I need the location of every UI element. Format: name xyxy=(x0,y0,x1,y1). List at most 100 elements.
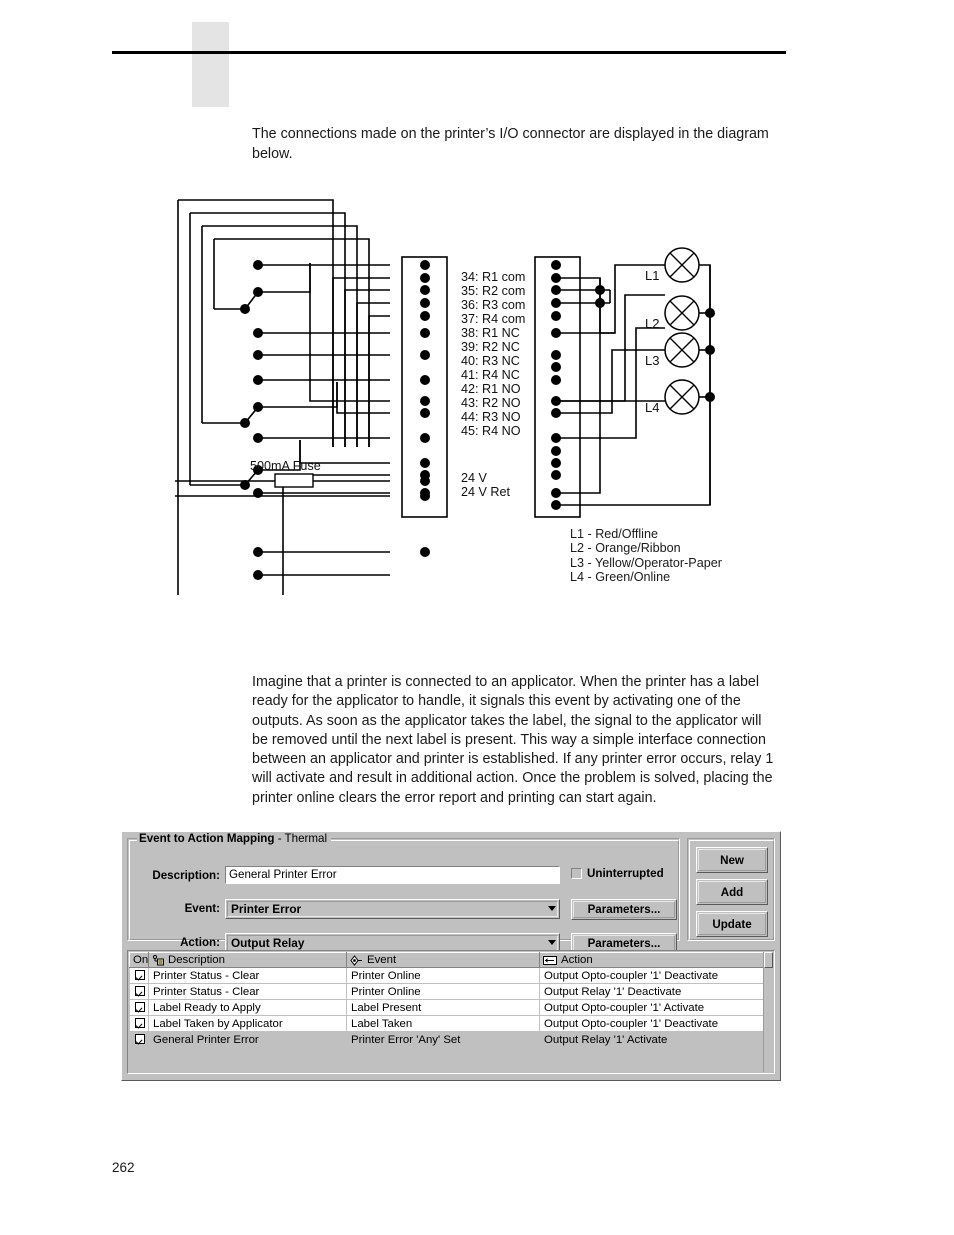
table-row[interactable]: Label Taken by Applicator Label Taken Outp… xyxy=(129,1015,768,1032)
table-row[interactable]: Printer Status - Clear Printer Online Outp… xyxy=(129,983,768,1000)
chevron-down-icon[interactable] xyxy=(548,906,556,911)
io-connector-wiring-diagram: 34: R1 com 35: R2 com 36: R3 com 37: R4 … xyxy=(0,185,954,595)
lamp-color-legend: L1 - Red/Offline L2 - Orange/Ribbon L3 -… xyxy=(570,527,722,584)
row-enabled-checkbox[interactable] xyxy=(129,1015,149,1032)
pin-label-24v-ret: 24 V Ret xyxy=(461,485,511,499)
description-row: Description: General Printer Error Unint… xyxy=(128,866,679,888)
table-body: Printer Status - Clear Printer Online Outp… xyxy=(129,967,768,1048)
event-combobox-value: Printer Error xyxy=(231,902,302,916)
column-header-description[interactable]: Description xyxy=(148,952,347,968)
dialog-form-area: Event to Action Mapping - Thermal Descri… xyxy=(122,832,780,954)
event-combobox[interactable]: Printer Error xyxy=(225,899,560,919)
pin-label-44: 44: R3 NO xyxy=(461,410,521,424)
pin-label-41: 41: R4 NC xyxy=(461,368,520,382)
event-label: Event: xyxy=(184,902,220,915)
lamp-label-l4: L4 xyxy=(645,400,659,415)
row-event: Label Taken xyxy=(346,1015,540,1032)
row-description: Label Ready to Apply xyxy=(148,999,347,1016)
groupbox-title-bold: Event to Action Mapping xyxy=(139,832,275,845)
add-button-label: Add xyxy=(720,885,744,899)
action-combobox-value: Output Relay xyxy=(231,936,305,950)
row-event: Printer Online xyxy=(346,983,540,1000)
row-event: Printer Error 'Any' Set xyxy=(346,1031,540,1048)
lamp-label-l3: L3 xyxy=(645,353,659,368)
pin-label-43: 43: R2 NO xyxy=(461,396,521,410)
row-description: Label Taken by Applicator xyxy=(148,1015,347,1032)
row-action: Output Relay '1' Activate xyxy=(539,1031,768,1048)
row-enabled-checkbox[interactable] xyxy=(129,983,149,1000)
column-header-event-label: Event xyxy=(367,954,397,966)
header-rule xyxy=(112,51,786,54)
event-to-action-mapping-groupbox: Event to Action Mapping - Thermal Descri… xyxy=(127,832,680,954)
row-event: Label Present xyxy=(346,999,540,1016)
row-enabled-checkbox[interactable] xyxy=(129,967,149,984)
event-to-action-mapping-dialog: Event to Action Mapping - Thermal Descri… xyxy=(121,831,781,1081)
lamp-label-l1: L1 xyxy=(645,268,659,283)
legend-item-l2: L2 - Orange/Ribbon xyxy=(570,541,681,556)
action-column-icon xyxy=(543,955,557,966)
row-enabled-checkbox[interactable] xyxy=(129,999,149,1016)
pin-label-38: 38: R1 NC xyxy=(461,326,520,340)
pin-label-36: 36: R3 com xyxy=(461,298,525,312)
check-icon[interactable] xyxy=(135,970,145,981)
event-parameters-button-label: Parameters... xyxy=(587,903,661,916)
lamp-label-l2: L2 xyxy=(645,316,659,331)
page-number: 262 xyxy=(112,1160,135,1175)
row-action: Output Relay '1' Deactivate xyxy=(539,983,768,1000)
pin-label-34: 34: R1 com xyxy=(461,270,525,284)
pin-label-40: 40: R3 NC xyxy=(461,354,520,368)
update-button-label: Update xyxy=(712,917,752,931)
event-parameters-button[interactable]: Parameters... xyxy=(571,899,677,920)
row-action: Output Opto-coupler '1' Activate xyxy=(539,999,768,1016)
check-icon[interactable] xyxy=(135,1002,145,1013)
new-button-label: New xyxy=(720,853,744,867)
legend-item-l4: L4 - Green/Online xyxy=(570,569,671,584)
description-column-icon xyxy=(152,954,164,966)
add-button[interactable]: Add xyxy=(696,879,768,905)
event-column-icon xyxy=(350,954,363,966)
body-paragraph: Imagine that a printer is connected to a… xyxy=(252,674,774,806)
column-header-description-label: Description xyxy=(168,954,225,966)
check-icon[interactable] xyxy=(135,986,145,997)
table-header-row: On Description Event Action xyxy=(129,952,768,968)
row-description: Printer Status - Clear xyxy=(148,983,347,1000)
table-scrollbar-thumb[interactable] xyxy=(764,952,773,968)
row-description: General Printer Error xyxy=(148,1031,347,1048)
column-header-action-label: Action xyxy=(561,954,593,966)
groupbox-title: Event to Action Mapping - Thermal xyxy=(137,832,332,845)
new-button[interactable]: New xyxy=(696,847,768,873)
uninterrupted-checkbox[interactable]: Uninterrupted xyxy=(571,867,664,880)
fuse-label: 500mA Fuse xyxy=(250,459,321,473)
header-gray-bar xyxy=(192,22,229,107)
pin-label-24v: 24 V xyxy=(461,471,488,485)
action-label: Action: xyxy=(180,936,220,949)
legend-item-l3: L3 - Yellow/Operator-Paper xyxy=(570,555,722,570)
pin-label-37: 37: R4 com xyxy=(461,312,525,326)
chevron-down-icon[interactable] xyxy=(548,940,556,945)
table-vertical-scrollbar[interactable] xyxy=(763,952,773,1072)
column-header-event[interactable]: Event xyxy=(346,952,540,968)
pin-label-39: 39: R2 NC xyxy=(461,340,520,354)
check-icon[interactable] xyxy=(135,1034,145,1045)
description-label: Description: xyxy=(152,869,220,882)
event-row: Event: Printer Error Parameters... xyxy=(128,899,679,921)
table-row[interactable]: Printer Status - Clear Printer Online Outp… xyxy=(129,967,768,984)
column-header-on[interactable]: On xyxy=(129,952,149,968)
event-action-table[interactable]: On Description Event Action Printer Stat… xyxy=(127,950,775,1074)
pin-label-45: 45: R4 NO xyxy=(461,424,521,438)
check-icon[interactable] xyxy=(135,1018,145,1029)
row-action: Output Opto-coupler '1' Deactivate xyxy=(539,1015,768,1032)
column-header-on-label: On xyxy=(133,954,149,966)
uninterrupted-label: Uninterrupted xyxy=(587,867,664,880)
table-row[interactable]: Label Ready to Apply Label Present Output … xyxy=(129,999,768,1016)
update-button[interactable]: Update xyxy=(696,911,768,937)
legend-item-l1: L1 - Red/Offline xyxy=(570,527,658,541)
column-header-action[interactable]: Action xyxy=(539,952,768,968)
mappings-table: On Description Event Action Printer Stat… xyxy=(129,952,768,1048)
description-input[interactable]: General Printer Error xyxy=(225,866,560,884)
uninterrupted-checkbox-box[interactable] xyxy=(571,868,582,879)
pin-label-35: 35: R2 com xyxy=(461,284,525,298)
groupbox-title-rest: - Thermal xyxy=(274,832,328,845)
table-row[interactable]: General Printer Error Printer Error 'Any'… xyxy=(129,1031,768,1048)
row-enabled-checkbox[interactable] xyxy=(129,1031,149,1048)
